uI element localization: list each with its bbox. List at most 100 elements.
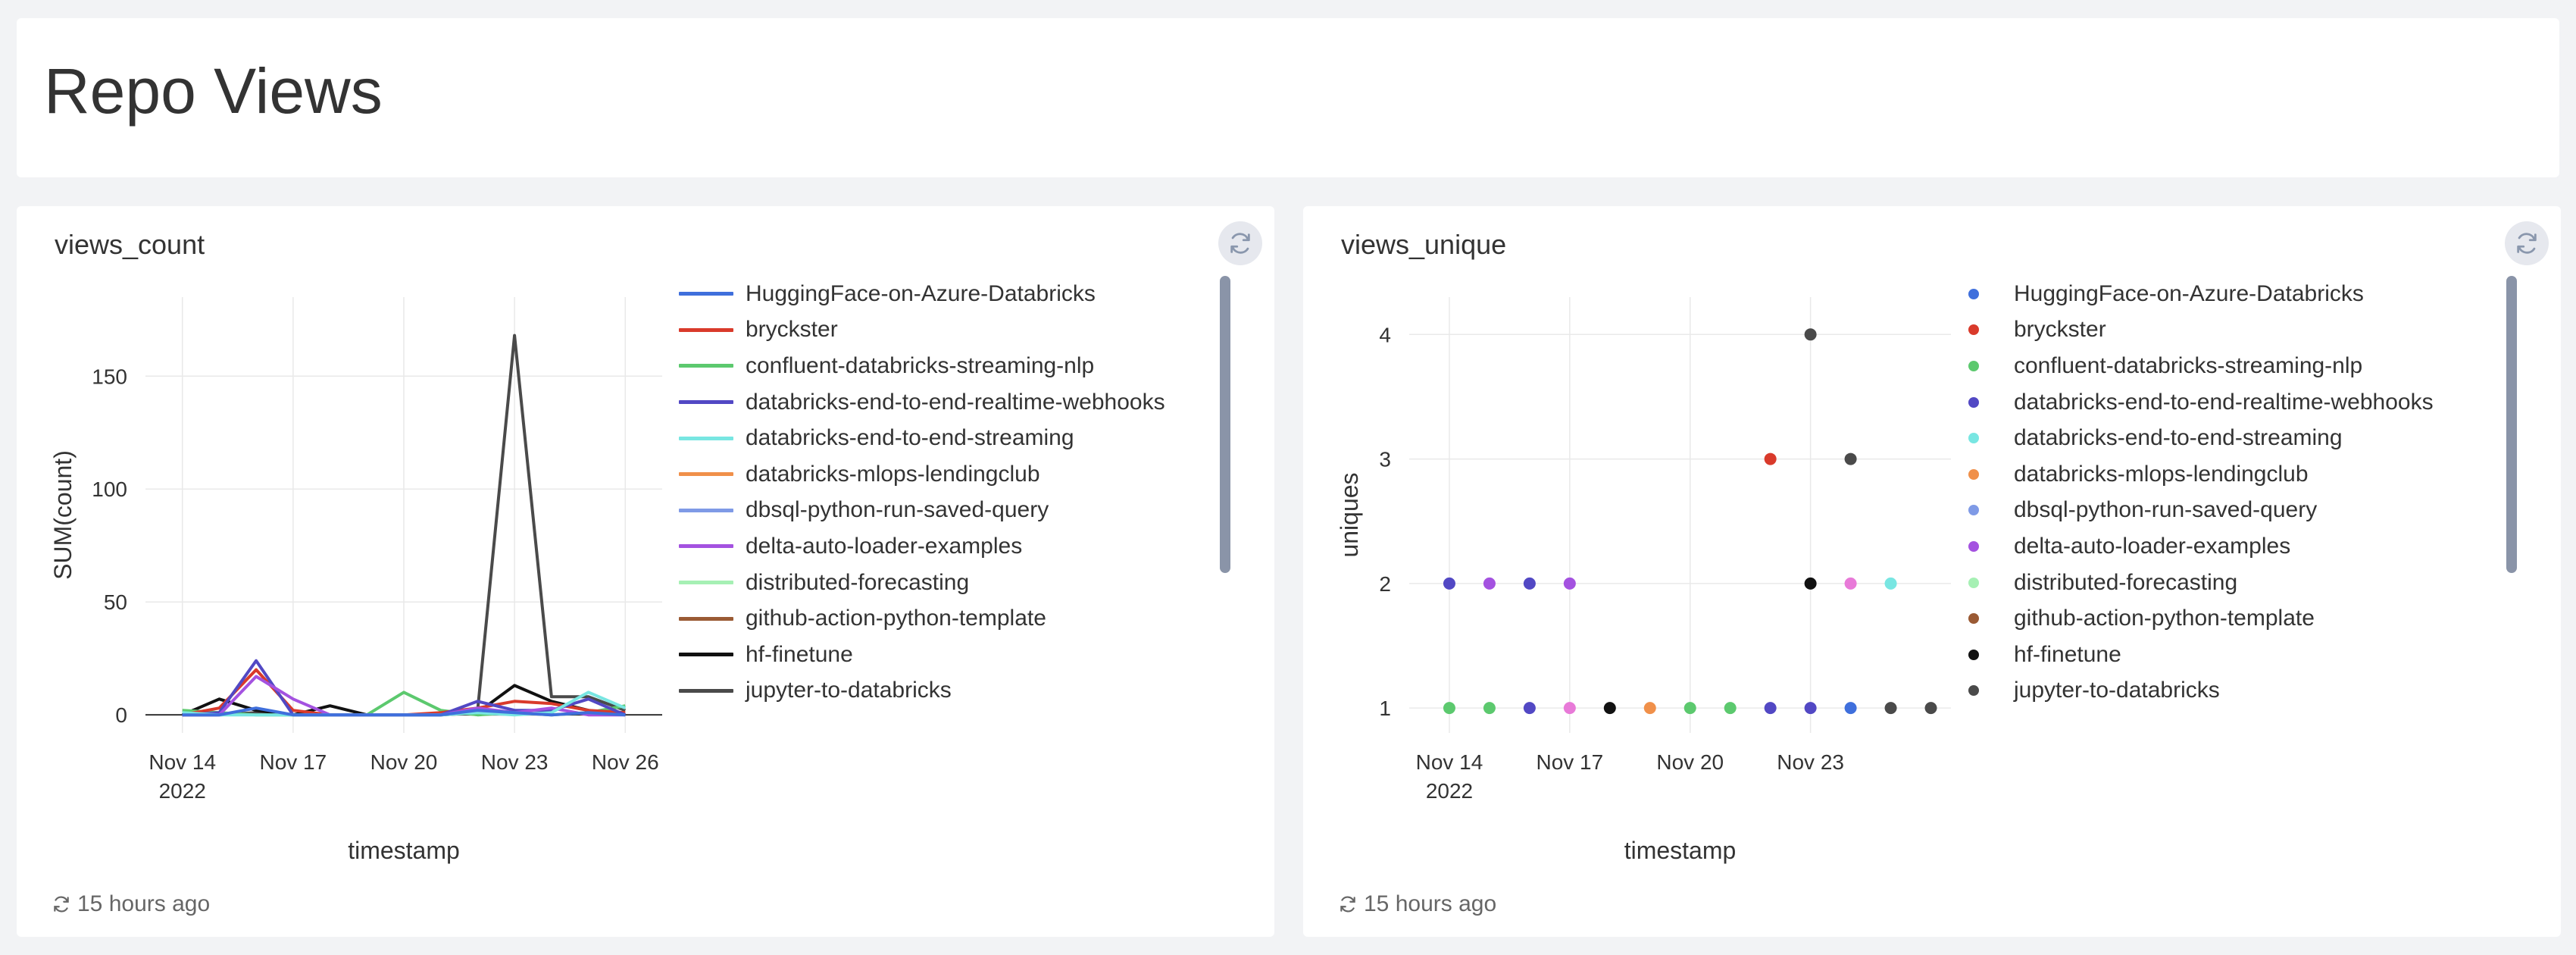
y-tick-label: 150 — [92, 365, 127, 388]
x-tick-label: Nov 14 — [148, 750, 216, 774]
legend-swatch — [1968, 577, 1979, 588]
legend-item[interactable]: bryckster — [1965, 312, 2511, 349]
legend-swatch — [679, 508, 733, 512]
legend-item[interactable]: hf-finetune — [679, 637, 1224, 673]
widget-views-unique: views_unique 1 2 3 4 Nov 14 2022 Nov 17 Nov 20 N… — [1303, 206, 2561, 937]
legend-label: dbsql-python-run-saved-query — [2014, 497, 2318, 523]
legend-item[interactable]: github-action-python-template — [1965, 600, 2511, 637]
x-axis-title: timestamp — [348, 837, 460, 864]
legend-item[interactable]: confluent-databricks-streaming-nlp — [1965, 348, 2511, 384]
legend-label: delta-auto-loader-examples — [746, 533, 1023, 559]
last-updated: 15 hours ago — [52, 891, 210, 917]
legend-item[interactable]: dbsql-python-run-saved-query — [679, 493, 1224, 529]
legend-item[interactable]: databricks-end-to-end-realtime-webhooks — [679, 384, 1224, 421]
y-axis-title: uniques — [1336, 472, 1363, 557]
page-title: Repo Views — [44, 55, 383, 127]
legend-item[interactable]: databricks-end-to-end-streaming — [679, 420, 1224, 456]
refresh-small-icon — [1340, 896, 1355, 913]
data-point — [1523, 702, 1536, 715]
legend-item[interactable]: distributed-forecasting — [679, 565, 1224, 601]
legend-scrollbar[interactable] — [2506, 276, 2517, 573]
data-point — [1443, 577, 1455, 590]
legend-swatch — [1968, 468, 1979, 480]
chart-legend: HuggingFace-on-Azure-Databricks bryckster… — [1965, 276, 2511, 709]
legend-item[interactable]: databricks-mlops-lendingclub — [1965, 456, 2511, 493]
y-axis-title: SUM(count) — [49, 450, 77, 580]
legend-item[interactable]: delta-auto-loader-examples — [1965, 528, 2511, 565]
refresh-icon — [1230, 233, 1250, 254]
legend-item[interactable]: databricks-end-to-end-realtime-webhooks — [1965, 384, 2511, 421]
refresh-small-icon — [54, 896, 69, 913]
y-tick-label: 4 — [1379, 323, 1391, 346]
legend-item[interactable]: jupyter-to-databricks — [679, 673, 1224, 709]
y-tick-label: 100 — [92, 478, 127, 501]
legend-item[interactable]: HuggingFace-on-Azure-Databricks — [1965, 276, 2511, 312]
last-updated-text: 15 hours ago — [1364, 891, 1497, 916]
x-tick-label: Nov 23 — [481, 750, 549, 774]
legend-label: delta-auto-loader-examples — [2014, 533, 2291, 559]
widget-views-count: views_count 0 50 100 150 Nov 14 2022 Nov 17 Nov… — [17, 206, 1274, 937]
legend-item[interactable]: jupyter-to-databricks — [1965, 673, 2511, 709]
legend-label: hf-finetune — [2014, 641, 2121, 667]
legend-label: databricks-end-to-end-realtime-webhooks — [746, 389, 1165, 415]
legend-item[interactable]: HuggingFace-on-Azure-Databricks — [679, 276, 1224, 312]
legend-label: databricks-end-to-end-streaming — [746, 425, 1074, 451]
legend-label: dbsql-python-run-saved-query — [746, 497, 1049, 523]
x-tick-sublabel: 2022 — [159, 779, 206, 803]
legend-label: databricks-end-to-end-realtime-webhooks — [2014, 389, 2434, 415]
legend-item[interactable]: databricks-mlops-lendingclub — [679, 456, 1224, 493]
refresh-button[interactable] — [1218, 221, 1262, 265]
legend-swatch — [679, 364, 733, 368]
data-point — [1483, 702, 1496, 715]
legend-item[interactable]: confluent-databricks-streaming-nlp — [679, 348, 1224, 384]
legend-swatch — [679, 327, 733, 332]
chart-legend: HuggingFace-on-Azure-Databricks bryckster… — [679, 276, 1224, 709]
refresh-button[interactable] — [2505, 221, 2549, 265]
legend-label: jupyter-to-databricks — [2014, 678, 2220, 703]
data-point — [1764, 702, 1777, 715]
legend-item[interactable]: distributed-forecasting — [1965, 565, 2511, 601]
legend-item[interactable]: bryckster — [679, 312, 1224, 349]
data-point — [1884, 577, 1897, 590]
legend-label: confluent-databricks-streaming-nlp — [2014, 352, 2363, 378]
legend-label: HuggingFace-on-Azure-Databricks — [746, 280, 1096, 306]
data-point — [1764, 452, 1777, 465]
legend-label: distributed-forecasting — [746, 569, 970, 595]
legend-label: github-action-python-template — [746, 606, 1046, 631]
data-point — [1804, 328, 1817, 341]
x-tick-label: Nov 23 — [1777, 750, 1844, 774]
data-point — [1643, 702, 1656, 715]
legend-swatch — [1968, 613, 1979, 625]
legend-item[interactable]: dbsql-python-run-saved-query — [1965, 493, 2511, 529]
legend-swatch — [679, 292, 733, 296]
legend-swatch — [1968, 324, 1979, 336]
legend-item[interactable]: github-action-python-template — [679, 600, 1224, 637]
legend-label: databricks-mlops-lendingclub — [2014, 461, 2309, 487]
legend-swatch — [679, 436, 733, 440]
data-point — [1804, 577, 1817, 590]
legend-scrollbar[interactable] — [1220, 276, 1230, 573]
dashboard-header — [17, 18, 2559, 177]
legend-label: confluent-databricks-streaming-nlp — [746, 352, 1095, 378]
refresh-icon — [2517, 233, 2537, 254]
legend-swatch — [679, 653, 733, 657]
data-point — [1443, 702, 1455, 715]
data-point — [1884, 702, 1897, 715]
y-tick-label: 0 — [115, 703, 127, 727]
data-point — [1523, 577, 1536, 590]
views-unique-chart: 1 2 3 4 Nov 14 2022 Nov 17 Nov 20 Nov 23 timestam… — [1336, 297, 1951, 864]
views-count-chart: 0 50 100 150 Nov 14 2022 Nov 17 Nov 20 Nov 23 Nov… — [49, 297, 662, 864]
y-tick-label: 2 — [1379, 572, 1391, 596]
legend-item[interactable]: hf-finetune — [1965, 637, 2511, 673]
x-tick-label: Nov 26 — [592, 750, 659, 774]
legend-label: bryckster — [2014, 317, 2106, 343]
legend-swatch — [679, 400, 733, 405]
legend-swatch — [679, 581, 733, 585]
data-point — [1603, 702, 1616, 715]
legend-label: databricks-mlops-lendingclub — [746, 461, 1040, 487]
legend-label: github-action-python-template — [2014, 606, 2315, 631]
legend-swatch — [1968, 540, 1979, 552]
y-tick-label: 1 — [1379, 697, 1391, 720]
legend-item[interactable]: delta-auto-loader-examples — [679, 528, 1224, 565]
legend-item[interactable]: databricks-end-to-end-streaming — [1965, 420, 2511, 456]
